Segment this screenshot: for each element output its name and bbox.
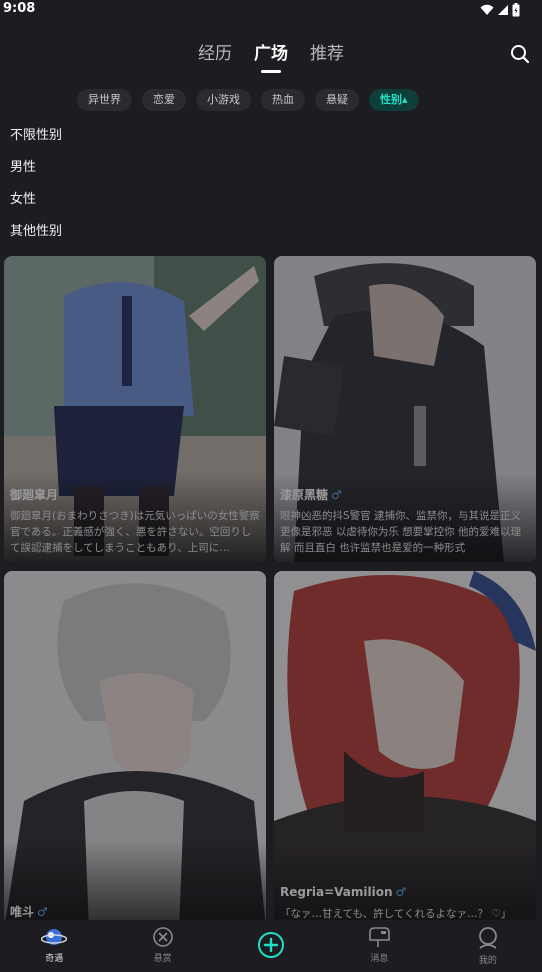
card-name: 唯斗 ♂	[10, 905, 48, 919]
character-card[interactable]: 御廻皐月 御廻皐月(おまわりさつき)は元気いっぱいの女性警察官である。正義感が強…	[4, 256, 266, 562]
signal-icon	[498, 5, 508, 15]
card-description: 御廻皐月(おまわりさつき)は元気いっぱいの女性警察官である。正義感が強く、悪を許…	[10, 510, 260, 554]
plus-circle-icon	[258, 932, 285, 958]
character-card[interactable]: 唯斗 ♂	[4, 571, 266, 920]
app-screen: 9:08 经历 广场 推荐 异世界 恋爱 小游戏 热血 悬疑 性别▴ 不限性别 …	[0, 0, 542, 972]
chip-minigame[interactable]: 小游戏	[196, 89, 251, 111]
nav-encounter[interactable]: 奇遇	[0, 920, 108, 972]
chip-isekai[interactable]: 异世界	[77, 89, 132, 111]
gender-option-male[interactable]: 男性	[0, 152, 542, 184]
card-name: Regria=Vamilion ♂	[280, 885, 407, 899]
tab-experience[interactable]: 经历	[198, 38, 232, 70]
profile-icon	[478, 927, 497, 949]
gender-option-female[interactable]: 女性	[0, 184, 542, 216]
chip-gender-filter[interactable]: 性别▴	[369, 89, 419, 111]
gender-dropdown: 不限性别 男性 女性 其他性别	[0, 120, 542, 256]
category-chips: 异世界 恋爱 小游戏 热血 悬疑 性别▴	[77, 89, 419, 111]
character-card[interactable]: Regria=Vamilion ♂ 「なァ…甘えても、許してくれるよなァ…？ ♡」	[274, 571, 536, 920]
status-icons	[480, 3, 520, 17]
chip-romance[interactable]: 恋爱	[142, 89, 186, 111]
mailbox-icon	[369, 927, 391, 947]
top-tabs: 经历 广场 推荐	[0, 38, 542, 73]
wifi-icon	[480, 4, 494, 15]
gender-option-any[interactable]: 不限性别	[0, 120, 542, 152]
nav-create[interactable]	[217, 920, 325, 972]
character-card[interactable]: 漆原黑糖 ♂ 眼神凶恶的抖S警官 逮捕你、监禁你，与其说是正义更像是邪恶 以虐待你…	[274, 256, 536, 562]
card-name: 御廻皐月	[10, 488, 59, 502]
battery-icon	[512, 3, 520, 17]
bottom-nav: 奇遇 悬赏 消息 我的	[0, 920, 542, 972]
tab-square[interactable]: 广场	[254, 38, 288, 73]
gender-option-other[interactable]: 其他性别	[0, 216, 542, 248]
planet-icon	[41, 929, 68, 945]
status-time: 9:08	[3, 1, 36, 16]
chip-hot-blooded[interactable]: 热血	[261, 89, 305, 111]
header: 经历 广场 推荐	[0, 38, 542, 78]
card-description: 「なァ…甘えても、許してくれるよなァ…？ ♡」	[280, 908, 512, 920]
nav-label: 消息	[370, 954, 389, 964]
nav-label: 悬赏	[153, 954, 172, 964]
tab-recommend[interactable]: 推荐	[310, 38, 344, 70]
card-name: 漆原黑糖 ♂	[280, 488, 342, 502]
card-description: 眼神凶恶的抖S警官 逮捕你、监禁你，与其说是正义更像是邪恶 以虐待你为乐 想要掌…	[280, 510, 522, 554]
nav-label: 我的	[478, 956, 497, 966]
chip-mystery[interactable]: 悬疑	[315, 89, 359, 111]
bounty-icon	[152, 927, 173, 947]
nav-profile[interactable]: 我的	[434, 920, 542, 972]
nav-messages[interactable]: 消息	[325, 920, 433, 972]
character-grid: 御廻皐月 御廻皐月(おまわりさつき)は元気いっぱいの女性警察官である。正義感が強…	[0, 256, 542, 920]
nav-bounty[interactable]: 悬赏	[108, 920, 216, 972]
search-icon[interactable]	[510, 44, 530, 64]
status-bar: 9:08	[0, 0, 542, 22]
nav-label: 奇遇	[45, 954, 64, 964]
